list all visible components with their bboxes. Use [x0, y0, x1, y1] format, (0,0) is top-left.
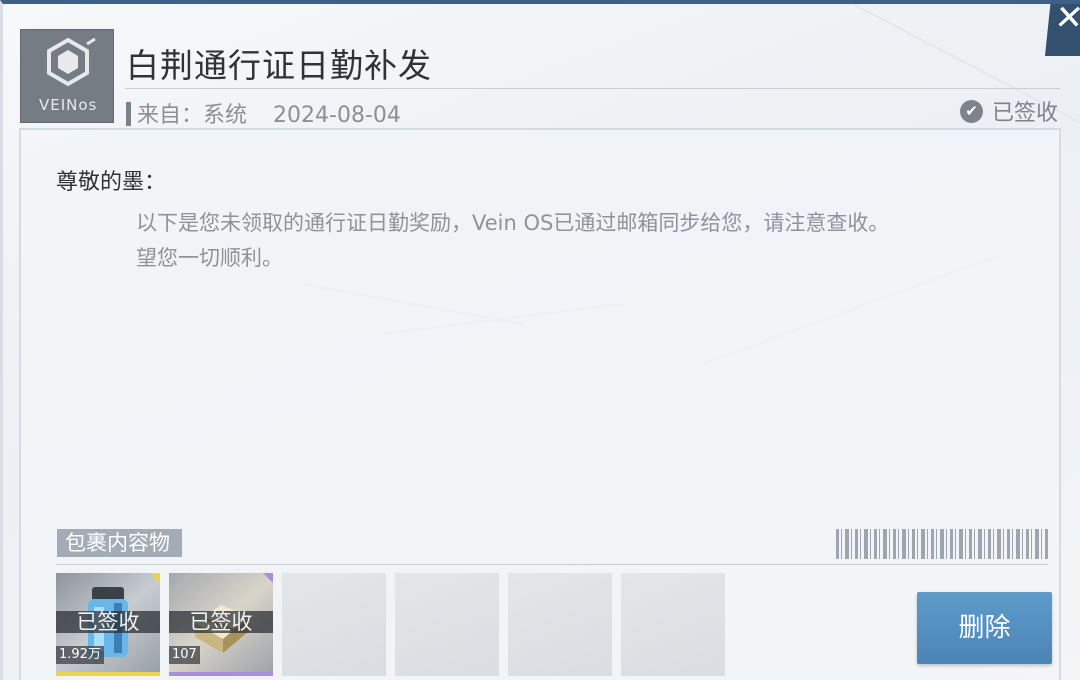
signed-status: ✔ 已签收	[959, 95, 1058, 127]
item-quantity: 107	[169, 646, 200, 664]
sender-label: 来自：系统	[137, 103, 248, 128]
mail-body: 以下是您未领取的通行证日勤奖励，Vein OS已通过邮箱同步给您，请注意查收。 …	[136, 206, 889, 276]
close-button[interactable]: ✕	[1044, 0, 1080, 56]
signed-stamp: 已签收	[169, 611, 273, 633]
mail-title: 白荆通行证日勤补发	[126, 46, 432, 85]
item-quantity: 1.92万	[56, 646, 104, 664]
empty-slot	[621, 573, 725, 676]
check-circle-icon: ✔	[959, 99, 983, 123]
delete-button[interactable]: 删除	[917, 592, 1052, 664]
empty-slot	[395, 573, 499, 676]
attachments-label: 包裹内容物	[57, 529, 182, 557]
rarity-corner	[263, 573, 273, 583]
barcode-decoration	[836, 529, 1048, 559]
vein-os-logo-icon	[47, 37, 96, 87]
empty-slot	[508, 573, 612, 676]
rarity-corner	[150, 573, 160, 583]
attachments-header: 包裹内容物	[56, 527, 1048, 565]
meta-bar	[126, 102, 131, 126]
greeting: 尊敬的墨：	[56, 170, 167, 195]
mail-date: 2024-08-04	[273, 103, 401, 128]
body-line-1: 以下是您未领取的通行证日勤奖励，Vein OS已通过邮箱同步给您，请注意查收。	[136, 211, 890, 235]
close-icon: ✕	[1052, 0, 1080, 38]
header-divider	[125, 88, 1060, 89]
signed-stamp: 已签收	[56, 611, 160, 633]
logo-text: VEINos	[39, 96, 98, 114]
mail-meta: 来自：系统 2024-08-04	[126, 97, 401, 129]
attachment-item[interactable]: 已签收 107	[169, 573, 273, 676]
mail-panel: ✕ VEINos 白荆通行证日勤补发 来自：系统 2024-08-04 ✔ 已签收…	[0, 0, 1080, 680]
body-line-2: 望您一切顺利。	[136, 246, 283, 270]
attachment-item[interactable]: 已签收 1.92万	[56, 573, 160, 676]
sender-logo: VEINos	[20, 29, 114, 123]
mail-content: 尊敬的墨： 以下是您未领取的通行证日勤奖励，Vein OS已通过邮箱同步给您，请…	[19, 128, 1061, 680]
empty-slot	[282, 573, 386, 676]
attachment-slots: 已签收 1.92万 已签收 107	[56, 573, 725, 676]
signed-status-label: 已签收	[991, 101, 1058, 126]
